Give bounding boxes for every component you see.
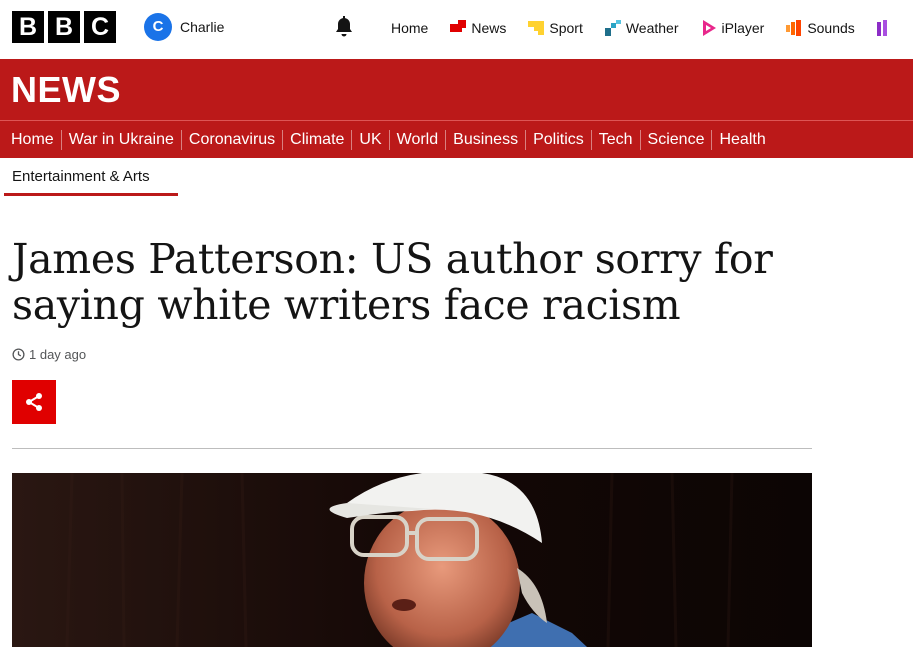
iplayer-icon	[702, 20, 716, 36]
section-politics[interactable]: Politics	[526, 129, 592, 150]
topnav-iplayer[interactable]: iPlayer	[690, 0, 776, 56]
avatar: C	[144, 13, 172, 41]
news-icon	[450, 20, 467, 32]
article-timestamp: 1 day ago	[29, 347, 87, 362]
news-header-bar: NEWS	[0, 59, 913, 120]
topnav-label: iPlayer	[721, 20, 765, 36]
section-business[interactable]: Business	[446, 129, 527, 150]
active-underline	[4, 193, 178, 196]
bbc-logo-letter: C	[84, 11, 116, 43]
section-coronavirus[interactable]: Coronavirus	[182, 129, 284, 150]
topnav-label: Sport	[549, 20, 583, 36]
clock-icon	[12, 348, 25, 361]
section-health[interactable]: Health	[712, 130, 772, 150]
topnav-home[interactable]: Home	[376, 0, 439, 56]
section-science[interactable]: Science	[641, 129, 713, 150]
news-logo[interactable]: NEWS	[11, 70, 121, 110]
article-meta: 1 day ago	[12, 347, 86, 362]
section-world[interactable]: World	[390, 129, 447, 150]
section-tech[interactable]: Tech	[592, 129, 641, 150]
topnav-weather[interactable]: Weather	[594, 0, 690, 56]
section-home[interactable]: Home	[0, 129, 62, 150]
author-portrait-image	[12, 473, 812, 647]
section-war-in-ukraine[interactable]: War in Ukraine	[62, 129, 182, 150]
share-button[interactable]	[12, 380, 56, 424]
sounds-icon	[786, 20, 802, 36]
topnav-label: Sounds	[807, 20, 855, 36]
article-hero-image	[12, 473, 812, 647]
notifications-bell-icon[interactable]	[332, 15, 356, 39]
weather-icon	[604, 20, 621, 36]
bbc-top-bar: B B C C Charlie Home News Sport Weather …	[0, 0, 913, 56]
article-headline: James Patterson: US author sorry for say…	[12, 235, 773, 329]
topnav-sport[interactable]: Sport	[517, 0, 593, 56]
subsection-nav: Entertainment & Arts	[4, 160, 178, 196]
divider	[12, 448, 812, 449]
account-button[interactable]: C Charlie	[144, 12, 224, 42]
bbc-logo-letter: B	[12, 11, 44, 43]
bbc-logo-letter: B	[48, 11, 80, 43]
bbc-logo[interactable]: B B C	[12, 11, 116, 43]
share-icon	[26, 393, 42, 411]
bbc-services-nav: Home News Sport Weather iPlayer Sounds	[376, 0, 904, 56]
section-climate[interactable]: Climate	[283, 129, 353, 150]
topnav-more[interactable]	[866, 0, 904, 56]
bitesize-icon	[876, 20, 887, 36]
topnav-news[interactable]: News	[439, 0, 517, 56]
topnav-label: Home	[391, 20, 429, 36]
sport-icon	[528, 21, 545, 35]
topnav-sounds[interactable]: Sounds	[775, 0, 865, 56]
section-uk[interactable]: UK	[352, 129, 390, 150]
subsection-entertainment-arts[interactable]: Entertainment & Arts	[4, 160, 158, 193]
topnav-label: News	[471, 20, 507, 36]
account-name: Charlie	[180, 19, 225, 35]
topnav-label: Weather	[625, 20, 679, 36]
news-sections-nav: Home War in Ukraine Coronavirus Climate …	[0, 121, 913, 158]
